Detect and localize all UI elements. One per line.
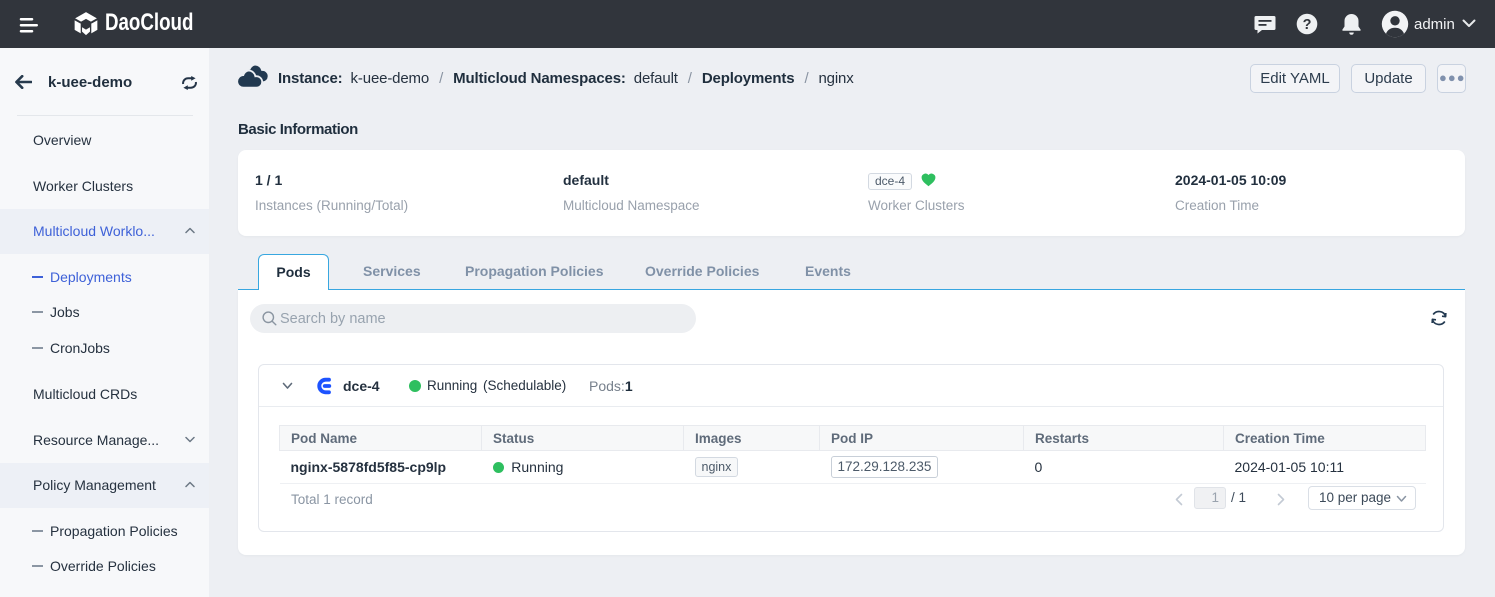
svg-text:?: ? [1303, 17, 1312, 33]
